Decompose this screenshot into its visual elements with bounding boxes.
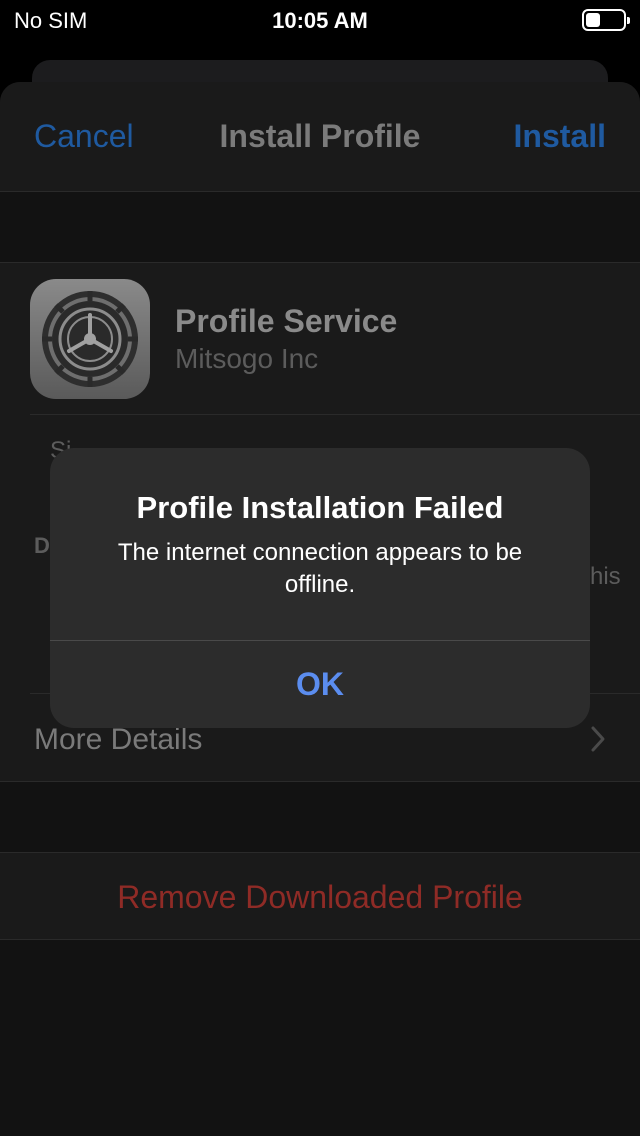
install-button[interactable]: Install — [514, 118, 606, 155]
remove-profile-group: Remove Downloaded Profile — [0, 852, 640, 940]
chevron-right-icon — [590, 725, 606, 758]
screen: No SIM 10:05 AM Cancel Install Profile I… — [0, 0, 640, 1136]
navigation-bar: Cancel Install Profile Install — [0, 82, 640, 192]
alert-message: The internet connection appears to be of… — [117, 539, 523, 598]
status-time: 10:05 AM — [272, 8, 368, 33]
settings-gear-icon — [30, 279, 150, 399]
profile-name: Profile Service — [175, 303, 398, 339]
battery-icon — [582, 9, 630, 31]
profile-organization: Mitsogo Inc — [175, 343, 319, 374]
alert-dialog: Profile Installation Failed The internet… — [50, 448, 590, 728]
ok-button[interactable]: OK — [50, 641, 590, 728]
description-label: D — [34, 533, 50, 558]
alert-title: Profile Installation Failed — [136, 490, 504, 525]
more-details-label: More Details — [34, 723, 203, 756]
divider — [30, 414, 640, 415]
remove-downloaded-profile-button[interactable]: Remove Downloaded Profile — [0, 879, 640, 916]
description-text: his — [590, 563, 621, 590]
battery-level — [586, 13, 600, 27]
status-bar: No SIM 10:05 AM — [0, 0, 640, 40]
